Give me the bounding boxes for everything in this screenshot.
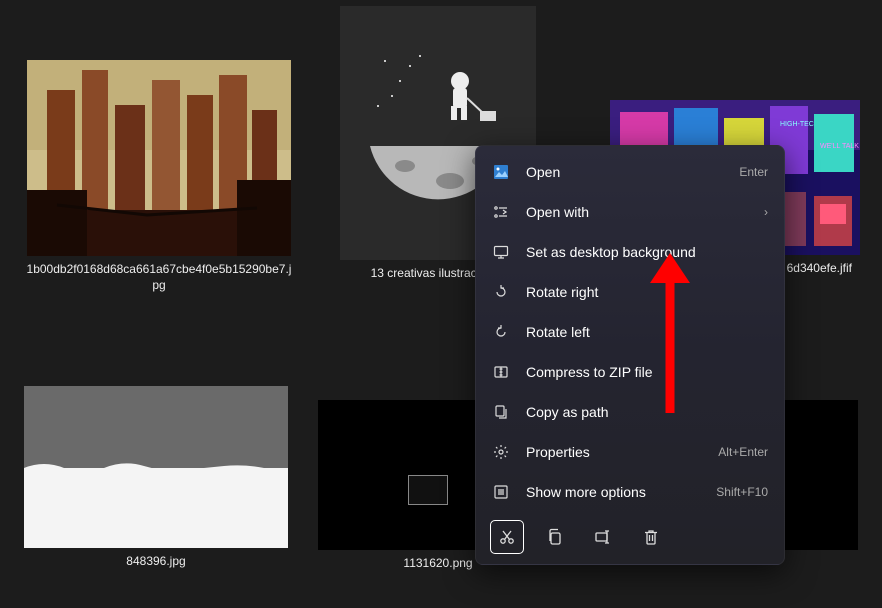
rotate-right-icon [492, 283, 510, 301]
menu-rotate-left[interactable]: Rotate left [476, 312, 784, 352]
menu-accel: Alt+Enter [718, 445, 768, 459]
delete-button[interactable] [634, 520, 668, 554]
copy-button[interactable] [538, 520, 572, 554]
menu-toolbar [476, 512, 784, 558]
image-icon [492, 163, 510, 181]
rename-button[interactable] [586, 520, 620, 554]
paint-illustration [24, 386, 288, 548]
menu-accel: Enter [739, 165, 768, 179]
rotate-left-icon [492, 323, 510, 341]
file-name: 848396.jpg [24, 554, 288, 570]
svg-text:HIGH-TEC: HIGH-TEC [780, 121, 814, 128]
more-options-icon [492, 483, 510, 501]
menu-label: Open [526, 164, 739, 180]
menu-properties[interactable]: Properties Alt+Enter [476, 432, 784, 472]
city-illustration [27, 60, 291, 256]
copy-path-icon [492, 403, 510, 421]
chevron-right-icon: › [764, 205, 768, 219]
menu-label: Show more options [526, 484, 716, 500]
menu-open-with[interactable]: Open with › [476, 192, 784, 232]
menu-accel: Shift+F10 [716, 485, 768, 499]
context-menu: Open Enter Open with › Set as desktop ba… [475, 145, 785, 565]
zip-icon [492, 363, 510, 381]
menu-show-more-options[interactable]: Show more options Shift+F10 [476, 472, 784, 512]
cut-button[interactable] [490, 520, 524, 554]
file-item[interactable]: 1b00db2f0168d68ca661a67cbe4f0e5b15290be7… [24, 60, 294, 293]
menu-label: Properties [526, 444, 718, 460]
menu-open[interactable]: Open Enter [476, 152, 784, 192]
file-item[interactable]: 848396.jpg [24, 386, 288, 570]
menu-label: Open with [526, 204, 756, 220]
menu-compress-zip[interactable]: Compress to ZIP file [476, 352, 784, 392]
menu-rotate-right[interactable]: Rotate right [476, 272, 784, 312]
menu-label: Copy as path [526, 404, 768, 420]
menu-label: Set as desktop background [526, 244, 768, 260]
open-with-icon [492, 203, 510, 221]
menu-set-desktop-background[interactable]: Set as desktop background [476, 232, 784, 272]
menu-label: Compress to ZIP file [526, 364, 768, 380]
menu-label: Rotate right [526, 284, 768, 300]
menu-copy-path[interactable]: Copy as path [476, 392, 784, 432]
properties-icon [492, 443, 510, 461]
desktop-icon [492, 243, 510, 261]
file-name: 1b00db2f0168d68ca661a67cbe4f0e5b15290be7… [24, 262, 294, 293]
svg-text:WE'LL TALK: WE'LL TALK [820, 143, 859, 150]
menu-label: Rotate left [526, 324, 768, 340]
